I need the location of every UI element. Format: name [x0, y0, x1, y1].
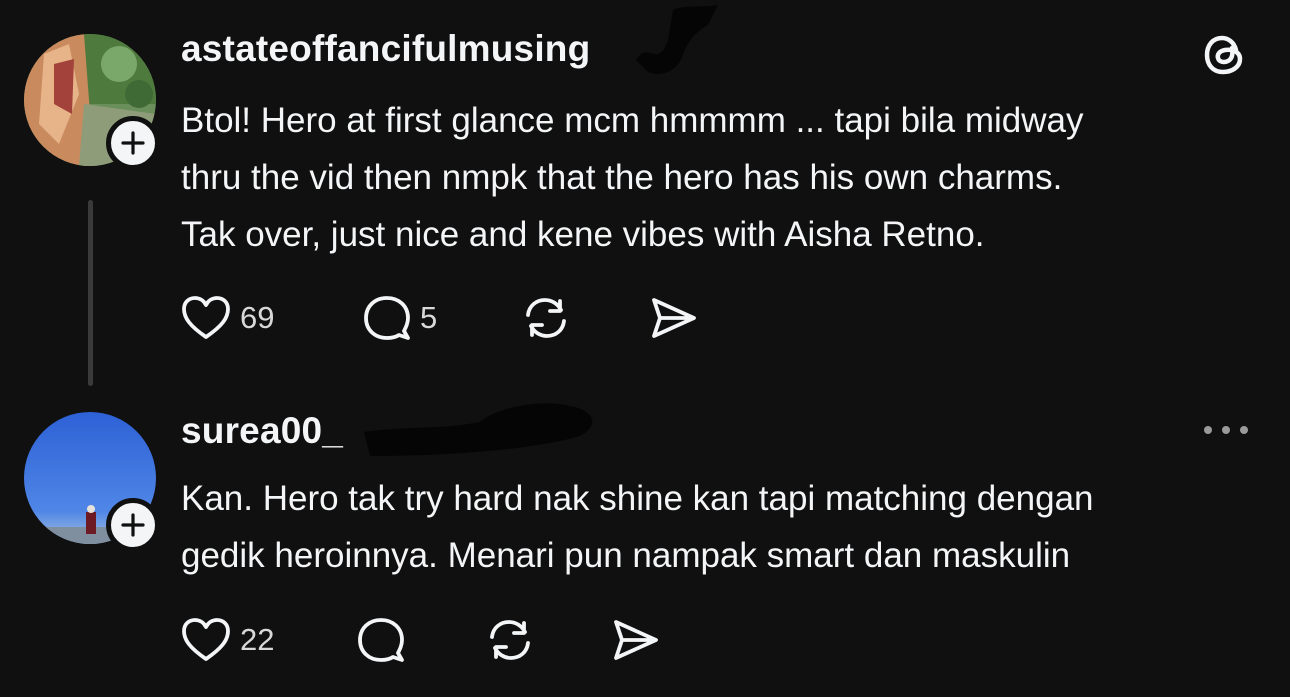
post-text-line: Tak over, just nice and kene vibes with …	[181, 215, 985, 254]
share-button[interactable]	[648, 292, 698, 344]
repost-icon	[490, 620, 530, 660]
reply-post: astateoffancifulmusing Btol! Hero at fir…	[0, 0, 1290, 392]
plus-icon	[121, 131, 145, 155]
redaction-mark	[628, 0, 728, 87]
username[interactable]: surea00_	[181, 410, 343, 452]
follow-button[interactable]	[106, 498, 160, 552]
repost-icon	[526, 298, 566, 338]
heart-icon	[182, 296, 230, 339]
share-button[interactable]	[610, 614, 660, 666]
like-count: 22	[240, 622, 275, 657]
repost-button[interactable]	[520, 292, 572, 344]
like-button[interactable]: 69	[180, 292, 274, 344]
plus-icon	[121, 513, 145, 537]
comment-icon	[358, 618, 404, 662]
post-text: Kan. Hero tak try hard nak shine kan tap…	[181, 470, 1251, 584]
like-button[interactable]: 22	[180, 614, 274, 666]
more-dots-icon	[1204, 426, 1248, 434]
post-text-line: Btol! Hero at first glance mcm hmmmm ...…	[181, 101, 1084, 140]
post-text-line: gedik heroinnya. Menari pun nampak smart…	[181, 536, 1071, 575]
heart-icon	[182, 618, 230, 661]
reply-post: surea00_ Kan. Hero tak try hard nak shin…	[0, 392, 1290, 697]
follow-button[interactable]	[106, 116, 160, 170]
post-text: Btol! Hero at first glance mcm hmmmm ...…	[181, 92, 1251, 263]
post-text-line: thru the vid then nmpk that the hero has…	[181, 158, 1063, 197]
reply-button[interactable]: 5	[362, 292, 437, 344]
thread-connector-line	[88, 200, 93, 386]
more-options-button[interactable]	[1200, 418, 1252, 447]
reply-button[interactable]	[356, 614, 406, 666]
send-icon	[614, 620, 658, 660]
comment-icon	[364, 296, 410, 340]
reply-count: 5	[420, 300, 438, 335]
send-icon	[652, 298, 696, 338]
repost-button[interactable]	[484, 614, 536, 666]
post-text-line: Kan. Hero tak try hard nak shine kan tap…	[181, 479, 1094, 518]
like-count: 69	[240, 300, 275, 335]
redaction-mark	[360, 396, 610, 471]
username[interactable]: astateoffancifulmusing	[181, 28, 590, 70]
